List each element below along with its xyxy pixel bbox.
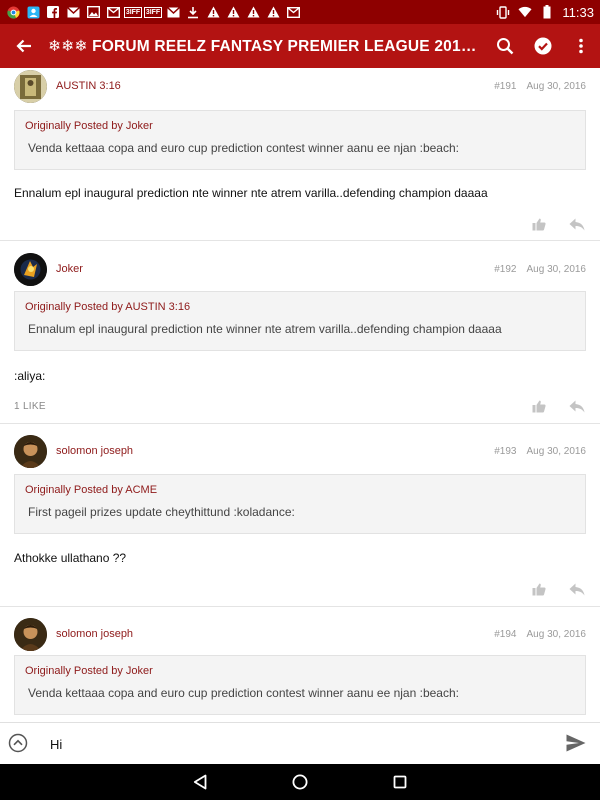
post-author[interactable]: solomon joseph: [56, 628, 133, 640]
vibrate-icon: [496, 5, 510, 19]
quote-text: First pageil prizes update cheythittund …: [28, 505, 295, 519]
back-triangle-icon: [193, 774, 207, 790]
post-date: Aug 30, 2016: [526, 81, 587, 92]
reply-icon: [569, 583, 585, 595]
post-list[interactable]: AUSTIN 3:16 #191 Aug 30, 2016 Originally …: [0, 68, 600, 722]
expand-editor-button[interactable]: [8, 733, 28, 753]
notification-icon: 3IFF: [123, 6, 143, 18]
search-icon: [497, 38, 514, 55]
wifi-icon: [518, 5, 532, 19]
post-meta: #192 Aug 30, 2016: [494, 264, 586, 275]
post-body: Ennalum epl inaugural prediction nte win…: [14, 186, 488, 200]
quote-block[interactable]: Originally Posted by ACME First pageil p…: [14, 474, 586, 534]
post-date: Aug 30, 2016: [526, 446, 587, 457]
like-count[interactable]: 1 LIKE: [14, 401, 46, 412]
post-meta: #191 Aug 30, 2016: [494, 81, 586, 92]
thumb-up-icon: [532, 218, 546, 230]
avatar[interactable]: [14, 70, 47, 103]
contacts-icon: [26, 5, 40, 19]
recents-square-icon: [393, 775, 407, 789]
like-button[interactable]: [528, 215, 550, 233]
download-icon: [186, 5, 200, 19]
post-number[interactable]: #193: [494, 446, 516, 457]
status-bar: 3IFF 3IFF 11:33: [0, 0, 600, 24]
post-date: Aug 30, 2016: [526, 264, 587, 275]
post-number[interactable]: #194: [494, 629, 516, 640]
arrow-back-icon: [16, 39, 31, 53]
nav-home-button[interactable]: [290, 772, 310, 792]
avatar[interactable]: [14, 618, 47, 651]
like-button[interactable]: [528, 580, 550, 598]
clock: 11:33: [562, 4, 594, 20]
facebook-icon: [46, 5, 60, 19]
email-icon: [106, 5, 120, 19]
avatar[interactable]: [14, 435, 47, 468]
notification-icons: 3IFF 3IFF: [6, 5, 496, 19]
battery-icon: [540, 5, 554, 19]
warning-icon: [206, 5, 220, 19]
post-body: :aliya:: [14, 369, 46, 383]
search-button[interactable]: [486, 24, 524, 68]
reply-button[interactable]: [566, 397, 588, 415]
thumb-up-icon: [532, 583, 546, 595]
nav-back-button[interactable]: [190, 772, 210, 792]
post-body: Athokke ullathano ??: [14, 551, 127, 565]
reply-button[interactable]: [566, 215, 588, 233]
reply-icon: [569, 218, 585, 230]
notification-icon: 3IFF: [143, 6, 163, 18]
post-item: solomon joseph #193 Aug 30, 2016 Original…: [0, 424, 600, 606]
post-date: Aug 30, 2016: [526, 629, 587, 640]
more-vert-icon: [579, 38, 583, 54]
thumb-up-icon: [532, 400, 546, 412]
system-icons: 11:33: [496, 5, 594, 20]
avatar[interactable]: [14, 253, 47, 286]
back-button[interactable]: [0, 24, 48, 68]
post-meta: #194 Aug 30, 2016: [494, 629, 586, 640]
chevron-up-circle-icon: [8, 733, 28, 753]
chrome-icon: [6, 5, 20, 19]
post-item: Joker #192 Aug 30, 2016 Originally Posted…: [0, 241, 600, 423]
home-circle-icon: [292, 774, 308, 790]
reply-button[interactable]: [566, 580, 588, 598]
thread-title: ❄❄❄ FORUM REELZ FANTASY PREMIER LEAGUE 2…: [48, 37, 486, 55]
post-author[interactable]: AUSTIN 3:16: [56, 80, 121, 92]
quote-author[interactable]: Originally Posted by AUSTIN 3:16: [25, 301, 190, 313]
quick-reply-bar: [0, 722, 600, 764]
gmail-icon: [66, 5, 80, 19]
quote-text: Ennalum epl inaugural prediction nte win…: [28, 322, 502, 336]
reply-icon: [569, 400, 585, 412]
quote-block[interactable]: Originally Posted by Joker Venda kettaaa…: [14, 655, 586, 715]
check-circle-icon: [534, 37, 552, 55]
quote-author[interactable]: Originally Posted by Joker: [25, 120, 153, 132]
post-author[interactable]: solomon joseph: [56, 445, 133, 457]
send-icon: [566, 734, 586, 752]
warning-icon: [266, 5, 280, 19]
mark-read-button[interactable]: [524, 24, 562, 68]
post-meta: #193 Aug 30, 2016: [494, 446, 586, 457]
like-button[interactable]: [528, 397, 550, 415]
overflow-menu-button[interactable]: [562, 24, 600, 68]
post-number[interactable]: #192: [494, 264, 516, 275]
image-icon: [86, 5, 100, 19]
navigation-bar: [0, 764, 600, 800]
gmail-icon: [166, 5, 180, 19]
post-author[interactable]: Joker: [56, 263, 83, 275]
quote-text: Venda kettaaa copa and euro cup predicti…: [28, 141, 459, 155]
quote-author[interactable]: Originally Posted by ACME: [25, 484, 157, 496]
email-icon: [286, 5, 300, 19]
quote-author[interactable]: Originally Posted by Joker: [25, 665, 153, 677]
quote-block[interactable]: Originally Posted by AUSTIN 3:16 Ennalum…: [14, 291, 586, 351]
warning-icon: [226, 5, 240, 19]
quote-text: Venda kettaaa copa and euro cup predicti…: [28, 686, 459, 700]
send-button[interactable]: [566, 734, 588, 754]
nav-recents-button[interactable]: [390, 772, 410, 792]
app-bar: ❄❄❄ FORUM REELZ FANTASY PREMIER LEAGUE 2…: [0, 24, 600, 68]
reply-input[interactable]: [50, 731, 550, 757]
warning-icon: [246, 5, 260, 19]
post-item: solomon joseph #194 Aug 30, 2016 Original…: [0, 607, 600, 722]
quote-block[interactable]: Originally Posted by Joker Venda kettaaa…: [14, 110, 586, 170]
post-number[interactable]: #191: [494, 81, 516, 92]
